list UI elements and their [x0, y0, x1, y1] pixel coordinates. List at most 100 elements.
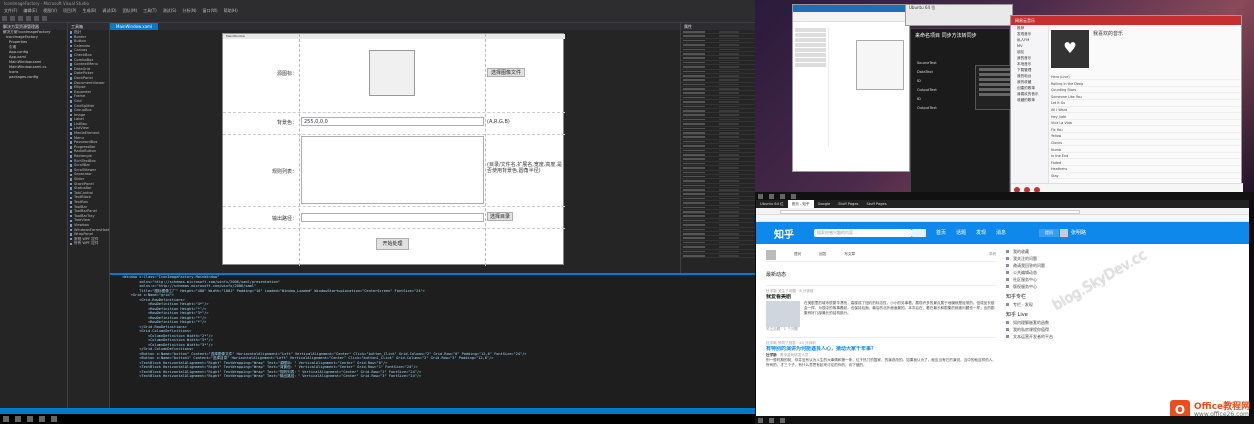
feed-title[interactable]: 有特别的演讲为何能遇良人心，猜动大家千年事？ [766, 346, 996, 353]
playlist-row[interactable]: Faded [1051, 160, 1241, 166]
menu-item[interactable]: 项目(P) [63, 7, 77, 14]
playlist-row[interactable]: Stay [1051, 173, 1241, 180]
search-icon[interactable] [15, 416, 21, 422]
output-path-input[interactable] [301, 213, 484, 222]
playlist-row[interactable]: Let It Go [1051, 100, 1241, 107]
playlist-row[interactable]: Counting Stars [1051, 87, 1241, 94]
playlist-row[interactable]: Heathens [1051, 166, 1241, 173]
menu-item[interactable]: 工具(T) [143, 7, 157, 14]
browser-icon[interactable] [51, 416, 57, 422]
browser-tab[interactable]: Google [814, 200, 835, 208]
feed-footer[interactable]: 关注话题 · 1 个问题 [766, 327, 996, 332]
nav-messages[interactable]: 消息 [996, 229, 1006, 237]
draft-link[interactable]: 草稿 [989, 252, 996, 257]
nav-explore[interactable]: 发现 [976, 229, 986, 237]
browser-tab[interactable]: Stuff Pages [834, 200, 862, 208]
start-icon[interactable] [3, 416, 9, 422]
live-item[interactable]: 我的私房课程你值得 [1006, 326, 1106, 333]
menu-item[interactable]: 分析(N) [182, 7, 196, 14]
toolbox-item[interactable]: 所有 WPF 控件 [68, 241, 109, 246]
feed-title[interactable]: 我爱看美剧 [766, 294, 996, 301]
taskbar-right [755, 416, 1254, 424]
playlist-row[interactable]: Hero (Live) [1051, 74, 1241, 81]
playlist-row[interactable]: In the End [1051, 153, 1241, 160]
nav-home[interactable]: 首页 [936, 229, 946, 237]
folder-icon[interactable] [27, 416, 33, 422]
search-icon[interactable] [912, 229, 926, 237]
sidebar-link[interactable]: 邀请我回答的问题 [1006, 262, 1106, 269]
menu-item[interactable]: 帮助(H) [224, 7, 238, 14]
playlist-row[interactable]: Hey Jude [1051, 114, 1241, 120]
playlist-row[interactable]: Someone Like You [1051, 94, 1241, 100]
netease-sidebar-item[interactable]: 收藏的歌单 [1011, 97, 1048, 103]
url-input[interactable] [780, 209, 1080, 214]
dark-app-item[interactable]: ID [917, 95, 977, 104]
zhihu-logo[interactable]: 知乎 [774, 226, 794, 241]
heart-icon: ♥ [1063, 39, 1077, 57]
menu-item[interactable]: 测试(S) [163, 7, 177, 14]
compose-question[interactable]: 提问 [794, 252, 801, 257]
dark-app-item[interactable]: ID [917, 77, 977, 86]
menu-item[interactable]: 调试(D) [102, 7, 116, 14]
live-item[interactable]: 文本运营开发者的平台 [1006, 333, 1106, 340]
menu-item[interactable]: 团队(M) [123, 7, 138, 14]
start-debug-icon[interactable] [42, 16, 47, 21]
tab-mainwindow-xaml[interactable]: MainWindow.xaml [110, 23, 159, 30]
undo-icon[interactable] [26, 16, 31, 21]
user-name[interactable]: 张明路 [1071, 228, 1086, 238]
dark-app-item[interactable]: DataText [917, 68, 977, 77]
property-grid[interactable] [681, 30, 755, 259]
dark-app-list: SourceText DataText ID OutputText ID OutputTe… [917, 59, 977, 113]
open-icon[interactable] [10, 16, 15, 21]
avatar[interactable] [1060, 229, 1068, 237]
nav-topics[interactable]: 话题 [956, 229, 966, 237]
menu-item[interactable]: 生成(B) [82, 7, 96, 14]
start-icon[interactable] [758, 193, 763, 199]
menu-item[interactable]: 窗口(W) [203, 7, 218, 14]
dark-app-item[interactable]: OutputText [917, 86, 977, 95]
browser-icon[interactable] [780, 417, 785, 423]
playlist-row[interactable]: Numb [1051, 147, 1241, 153]
select-image-button[interactable]: 选择图像文件 [487, 68, 525, 77]
compose-article[interactable]: 写文章 [844, 252, 855, 257]
browser-tab[interactable]: Stuff Pages [862, 200, 890, 208]
redo-icon[interactable] [34, 16, 39, 21]
playlist-row[interactable]: Viva La Vida [1051, 120, 1241, 127]
compose-answer[interactable]: 回答 [819, 252, 826, 257]
menu-item[interactable]: 编辑(E) [23, 7, 37, 14]
new-file-icon[interactable] [2, 16, 7, 21]
rules-textarea[interactable] [301, 136, 484, 204]
tree-item[interactable]: packages.config [0, 75, 67, 80]
dark-app-item[interactable]: SourceText [917, 59, 977, 68]
start-icon[interactable] [758, 417, 763, 423]
playlist-row[interactable]: Rolling in the Deep [1051, 81, 1241, 87]
avatar[interactable] [766, 249, 776, 260]
ask-button[interactable]: 提问 [1039, 229, 1059, 237]
sidebar-link[interactable]: 我的收藏 [1006, 248, 1106, 255]
zhihu-search-input[interactable]: 搜索你感兴趣的内容... [814, 229, 912, 237]
menu-item[interactable]: 文件(F) [4, 7, 17, 14]
menu-item[interactable]: 视图(V) [43, 7, 57, 14]
live-item[interactable]: 如何理解嵌套的函数 [1006, 319, 1106, 326]
playlist-row[interactable]: All I Want [1051, 107, 1241, 114]
start-process-button[interactable]: 开始处理 [376, 238, 409, 250]
bg-color-input[interactable]: 255,0,0,0 [301, 117, 484, 126]
xaml-code-editor[interactable]: <Window x:Class="IconImageFactory.MainWi… [110, 273, 755, 408]
visual-studio-icon[interactable] [39, 416, 45, 422]
browser-tab[interactable]: 首页 - 知乎 [787, 200, 814, 208]
playlist-row[interactable]: Clocks [1051, 140, 1241, 147]
select-dir-button[interactable]: 选择目录 [487, 212, 513, 221]
save-icon[interactable] [18, 16, 23, 21]
browser-tab[interactable]: Ubuntu 64 位 [756, 200, 788, 208]
dark-app-item[interactable]: OutputText [917, 104, 977, 113]
folder-icon[interactable] [769, 417, 774, 423]
feed-thumbnail[interactable] [766, 301, 800, 327]
vs-title-bar: IconImageFactory - Microsoft Visual Stud… [0, 0, 755, 7]
music-icon[interactable] [791, 193, 796, 199]
property-row[interactable] [681, 254, 755, 259]
playlist-row[interactable]: Fix You [1051, 127, 1241, 133]
browser-icon[interactable] [780, 193, 785, 199]
playlist-row[interactable]: Yellow [1051, 133, 1241, 140]
sidebar-link[interactable]: 我关注的问题 [1006, 255, 1106, 262]
folder-icon[interactable] [769, 193, 774, 199]
